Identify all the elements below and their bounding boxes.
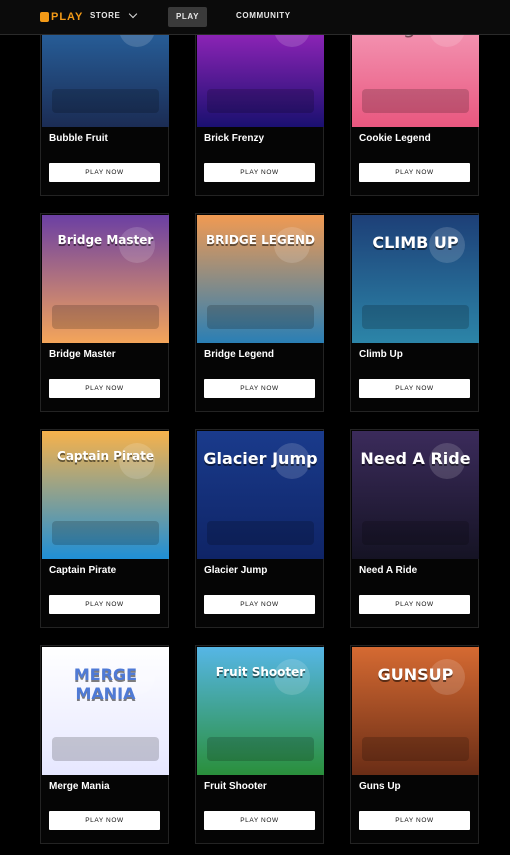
game-card[interactable]: Fruit Shooter Fruit Shooter PLAY NOW bbox=[195, 645, 324, 844]
game-title: Cookie Legend bbox=[359, 133, 431, 144]
logo-mark-icon bbox=[40, 12, 49, 22]
game-thumbnail-label: Bridge Master bbox=[57, 233, 154, 247]
game-thumbnail-label: Need A Ride bbox=[360, 449, 471, 468]
top-navigation-bar: PLAY STORE PLAY COMMUNITY bbox=[0, 0, 510, 35]
game-card[interactable]: BRIDGE LEGEND Bridge Legend PLAY NOW bbox=[195, 213, 324, 412]
play-now-button[interactable]: PLAY NOW bbox=[359, 379, 470, 398]
play-now-button[interactable]: PLAY NOW bbox=[359, 163, 470, 182]
nav-store-label: STORE bbox=[90, 11, 121, 20]
game-title: Merge Mania bbox=[49, 781, 110, 792]
game-card[interactable]: GUNSUP Guns Up PLAY NOW bbox=[350, 645, 479, 844]
game-title: Bubble Fruit bbox=[49, 133, 108, 144]
game-thumbnail[interactable]: BRIDGE LEGEND bbox=[197, 215, 324, 343]
game-thumbnail-label: MERGE MANIA bbox=[73, 665, 138, 703]
game-card[interactable]: Bridge Master Bridge Master PLAY NOW bbox=[40, 213, 169, 412]
game-title: Bridge Master bbox=[49, 349, 116, 360]
logo-text: PLAY bbox=[51, 11, 84, 23]
play-now-button[interactable]: PLAY NOW bbox=[359, 595, 470, 614]
game-title: Need A Ride bbox=[359, 565, 418, 576]
game-title: Captain Pirate bbox=[49, 565, 117, 576]
game-thumbnail[interactable]: Bridge Master bbox=[42, 215, 169, 343]
chevron-down-icon bbox=[129, 9, 138, 18]
game-title: Fruit Shooter bbox=[204, 781, 267, 792]
game-card[interactable]: CLIMB UP Climb Up PLAY NOW bbox=[350, 213, 479, 412]
game-thumbnail-label: Captain Pirate bbox=[57, 449, 154, 463]
game-card[interactable]: Glacier Jump Glacier Jump PLAY NOW bbox=[195, 429, 324, 628]
game-thumbnail-label: BRIDGE LEGEND bbox=[206, 233, 315, 247]
nav-play[interactable]: PLAY bbox=[168, 7, 208, 27]
play-now-button[interactable]: PLAY NOW bbox=[49, 811, 160, 830]
game-thumbnail[interactable]: Glacier Jump bbox=[197, 431, 324, 559]
game-thumbnail[interactable]: GUNSUP bbox=[352, 647, 479, 775]
game-thumbnail[interactable]: MERGE MANIA bbox=[42, 647, 169, 775]
game-thumbnail[interactable]: CLIMB UP bbox=[352, 215, 479, 343]
game-title: Brick Frenzy bbox=[204, 133, 265, 144]
game-title: Guns Up bbox=[359, 781, 401, 792]
play-now-button[interactable]: PLAY NOW bbox=[359, 811, 470, 830]
play-now-button[interactable]: PLAY NOW bbox=[204, 163, 315, 182]
nav-store[interactable]: STORE bbox=[90, 9, 138, 20]
game-card[interactable]: Need A Ride Need A Ride PLAY NOW bbox=[350, 429, 479, 628]
nav-community[interactable]: COMMUNITY bbox=[236, 11, 291, 20]
play-now-button[interactable]: PLAY NOW bbox=[49, 379, 160, 398]
site-logo[interactable]: PLAY bbox=[40, 10, 83, 24]
play-now-button[interactable]: PLAY NOW bbox=[49, 163, 160, 182]
game-title: Bridge Legend bbox=[204, 349, 275, 360]
game-thumbnail[interactable]: Fruit Shooter bbox=[197, 647, 324, 775]
game-card[interactable]: MERGE MANIA Merge Mania PLAY NOW bbox=[40, 645, 169, 844]
play-now-button[interactable]: PLAY NOW bbox=[49, 595, 160, 614]
game-thumbnail[interactable]: Need A Ride bbox=[352, 431, 479, 559]
game-thumbnail-label: CLIMB UP bbox=[372, 233, 459, 252]
game-thumbnail-label: Fruit Shooter bbox=[215, 665, 306, 679]
game-thumbnail-label: Glacier Jump bbox=[203, 449, 318, 468]
play-now-button[interactable]: PLAY NOW bbox=[204, 379, 315, 398]
game-title: Glacier Jump bbox=[204, 565, 268, 576]
game-card[interactable]: Captain Pirate Captain Pirate PLAY NOW bbox=[40, 429, 169, 628]
play-now-button[interactable]: PLAY NOW bbox=[204, 595, 315, 614]
game-thumbnail-label: GUNSUP bbox=[377, 665, 454, 684]
game-thumbnail[interactable]: Captain Pirate bbox=[42, 431, 169, 559]
play-now-button[interactable]: PLAY NOW bbox=[204, 811, 315, 830]
game-title: Climb Up bbox=[359, 349, 403, 360]
